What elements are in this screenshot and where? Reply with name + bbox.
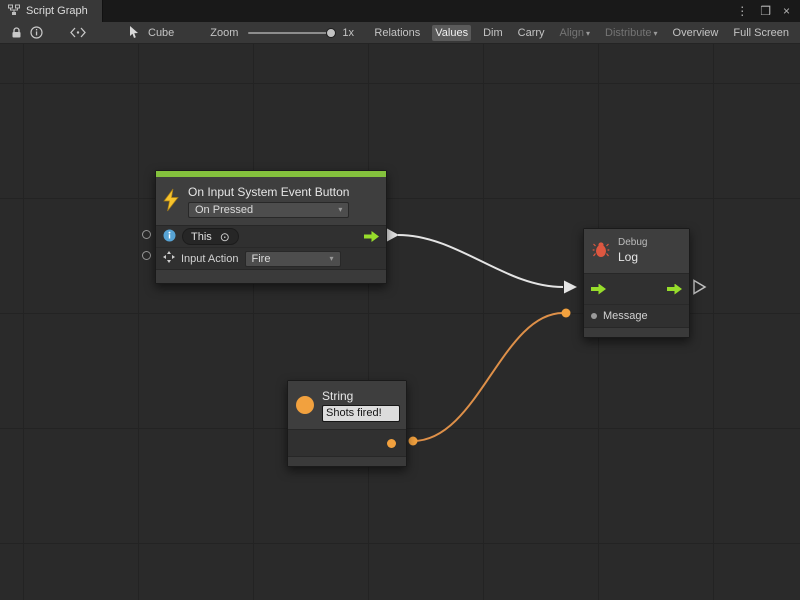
string-node-footer: [288, 456, 406, 466]
message-input-port[interactable]: [591, 313, 597, 319]
close-icon[interactable]: ×: [783, 5, 790, 17]
graph-toolbar: Cube Zoom 1x Relations Values Dim Carry …: [0, 22, 800, 44]
event-inputaction-port[interactable]: [142, 251, 151, 260]
tab-bar: Script Graph ⋮ ❒ ×: [0, 0, 800, 22]
this-object-field[interactable]: This ⊙: [182, 228, 239, 245]
chevron-down-icon: ▾: [329, 254, 333, 263]
tab-script-graph[interactable]: Script Graph: [0, 0, 103, 22]
tab-title: Script Graph: [26, 5, 88, 17]
string-node-title: String: [322, 389, 400, 403]
node-string-literal[interactable]: String: [287, 380, 407, 467]
object-picker-icon[interactable]: ⊙: [220, 231, 230, 243]
toolbar-button-fullscreen[interactable]: Full Screen: [730, 25, 792, 41]
code-connections-icon[interactable]: [68, 24, 88, 42]
lock-icon[interactable]: [6, 24, 26, 42]
string-output-row: [288, 430, 406, 456]
dim-label: Dim: [483, 27, 503, 39]
string-node-header[interactable]: String: [288, 381, 406, 430]
event-trigger-output-port[interactable]: [364, 231, 379, 242]
chevron-down-icon: ▾: [586, 29, 590, 38]
input-action-label: Input Action: [181, 253, 239, 265]
debug-node-footer: [584, 327, 689, 337]
wire-flow-end-arrow: [564, 281, 577, 294]
toolbar-button-relations[interactable]: Relations: [371, 25, 423, 41]
chevron-down-icon: ▾: [654, 29, 658, 38]
toolbar-button-align[interactable]: Align▾: [557, 25, 593, 41]
input-action-dropdown[interactable]: Fire ▾: [245, 251, 341, 267]
wire-value-start-dot: [409, 437, 418, 446]
event-this-port[interactable]: [142, 230, 151, 239]
debug-flow-input-port[interactable]: [591, 284, 606, 295]
event-node-title: On Input System Event Button: [188, 185, 349, 199]
message-label: Message: [603, 310, 648, 322]
graph-context-label[interactable]: Cube: [148, 27, 174, 39]
node-on-input-system-event-button[interactable]: On Input System Event Button On Pressed …: [155, 170, 387, 284]
graph-canvas[interactable]: On Input System Event Button On Pressed …: [0, 44, 800, 600]
event-mode-dropdown[interactable]: On Pressed ▾: [188, 202, 349, 218]
toolbar-buttons: Relations Values Dim Carry Align▾ Distri…: [371, 25, 794, 41]
string-output-port[interactable]: [387, 439, 396, 448]
window-controls: ⋮ ❒ ×: [736, 0, 800, 22]
debug-node-header[interactable]: Debug Log: [584, 229, 689, 274]
debug-message-row: Message: [584, 304, 689, 327]
toolbar-button-carry[interactable]: Carry: [515, 25, 548, 41]
debug-node-title: Log: [618, 250, 647, 264]
wire-flow: [398, 235, 563, 287]
event-mode-value: On Pressed: [195, 204, 253, 216]
wire-value-end-dot: [562, 309, 571, 318]
string-type-icon: [296, 396, 314, 414]
debug-flow-output-port[interactable]: [667, 284, 682, 295]
event-this-row: This ⊙: [156, 226, 386, 247]
toolbar-button-overview[interactable]: Overview: [670, 25, 722, 41]
event-inputaction-row: Input Action Fire ▾: [156, 247, 386, 269]
node-debug-log[interactable]: Debug Log Message: [583, 228, 690, 338]
relations-label: Relations: [374, 27, 420, 39]
toolbar-button-values[interactable]: Values: [432, 25, 471, 41]
chevron-down-icon: ▾: [338, 205, 342, 214]
script-graph-icon: [8, 4, 20, 19]
align-label: Align: [560, 27, 584, 39]
carry-label: Carry: [518, 27, 545, 39]
input-action-icon: [163, 251, 175, 266]
values-label: Values: [435, 27, 468, 39]
cursor-icon: [124, 24, 144, 42]
info-icon[interactable]: [26, 24, 46, 42]
zoom-slider-knob[interactable]: [326, 28, 336, 38]
overview-label: Overview: [673, 27, 719, 39]
distribute-label: Distribute: [605, 27, 651, 39]
debug-flow-row: [584, 274, 689, 304]
zoom-slider[interactable]: [248, 32, 332, 34]
debug-node-surtitle: Debug: [618, 237, 647, 249]
this-label: This: [191, 231, 212, 243]
wire-flow-start-arrow: [387, 229, 399, 242]
debug-output-port-marker[interactable]: [694, 281, 705, 294]
this-icon: [163, 229, 176, 245]
zoom-slider-track[interactable]: [248, 32, 332, 34]
script-graph-window: Script Graph ⋮ ❒ × Cube Zoom 1x R: [0, 0, 800, 600]
bug-icon: [592, 241, 610, 261]
toolbar-button-distribute[interactable]: Distribute▾: [602, 25, 660, 41]
zoom-value: 1x: [342, 27, 354, 39]
maximize-icon[interactable]: ❒: [760, 5, 771, 17]
window-menu-icon[interactable]: ⋮: [736, 5, 748, 17]
string-value-input[interactable]: [322, 405, 400, 422]
toolbar-button-dim[interactable]: Dim: [480, 25, 506, 41]
event-node-footer: [156, 269, 386, 283]
input-action-value: Fire: [252, 253, 271, 265]
wire-string-value: [413, 313, 563, 441]
zoom-label: Zoom: [210, 27, 238, 39]
lightning-icon: [162, 188, 180, 215]
fullscreen-label: Full Screen: [733, 27, 789, 39]
event-node-header[interactable]: On Input System Event Button On Pressed …: [156, 177, 386, 226]
